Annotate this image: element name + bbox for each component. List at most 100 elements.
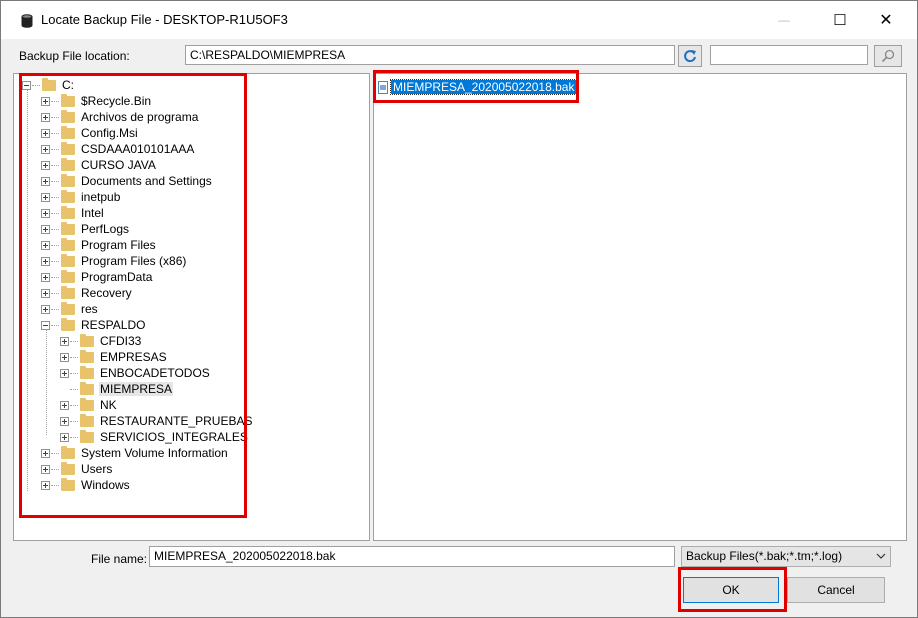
tree-node-label: CFDI33 [100,334,142,348]
folder-icon [80,429,94,443]
expand-toggle[interactable] [41,144,50,154]
folder-icon [80,333,94,347]
folder-icon [61,93,75,107]
tree-node[interactable]: inetpub [41,189,121,205]
expand-toggle[interactable] [60,400,69,410]
tree-node-selected[interactable]: MIEMPRESA [60,381,174,397]
expand-toggle[interactable] [41,208,50,218]
expand-toggle[interactable] [60,416,69,426]
collapse-toggle[interactable] [41,320,50,330]
maximize-button[interactable]: ☐ [817,1,863,39]
expand-toggle[interactable] [60,432,69,442]
expand-toggle[interactable] [41,160,50,170]
tree-node[interactable]: CSDAAA010101AAA [41,141,195,157]
refresh-button[interactable] [678,45,702,67]
folder-icon [80,349,94,363]
tree-node[interactable]: Windows [41,477,131,493]
expand-toggle[interactable] [41,304,50,314]
expand-toggle[interactable] [41,464,50,474]
expand-toggle[interactable] [41,272,50,282]
folder-icon [61,301,75,315]
tree-node[interactable]: Program Files (x86) [41,253,187,269]
file-list[interactable]: MIEMPRESA_202005022018.bak [373,73,907,541]
folder-icon [80,397,94,411]
tree-node[interactable]: Intel [41,205,105,221]
folder-icon [80,365,94,379]
folder-icon [61,189,75,203]
tree-node[interactable]: $Recycle.Bin [41,93,152,109]
expand-toggle[interactable] [41,240,50,250]
maximize-icon: ☐ [833,12,847,29]
file-name-label: File name: [91,552,148,566]
file-item[interactable]: MIEMPRESA_202005022018.bak [378,79,578,95]
folder-icon [61,461,75,475]
expand-toggle[interactable] [41,128,50,138]
tree-node-label: Users [81,462,113,476]
folder-icon [80,381,94,395]
folder-icon [61,205,75,219]
tree-node[interactable]: RESTAURANTE_PRUEBAS [60,413,253,429]
ok-button[interactable]: OK [683,577,779,603]
folder-icon [61,477,75,491]
expand-toggle[interactable] [60,368,69,378]
folder-icon [61,237,75,251]
cancel-button[interactable]: Cancel [787,577,885,603]
tree-node[interactable]: Recovery [41,285,133,301]
tree-node[interactable]: EMPRESAS [60,349,168,365]
close-button[interactable]: ✕ [863,1,909,39]
tree-node[interactable]: SERVICIOS_INTEGRALES [60,429,249,445]
folder-icon [61,317,75,331]
tree-node-label: res [81,302,98,316]
tree-node-label: MIEMPRESA [99,382,174,396]
expand-toggle[interactable] [60,352,69,362]
tree-node[interactable]: CURSO JAVA [41,157,157,173]
tree-node[interactable]: Documents and Settings [41,173,213,189]
folder-icon [61,269,75,283]
tree-node-label: ENBOCADETODOS [100,366,210,380]
expand-toggle[interactable] [60,336,69,346]
tree-node[interactable]: Config.Msi [41,125,139,141]
folder-icon [61,221,75,235]
expand-toggle[interactable] [41,480,50,490]
minimize-button[interactable]: — [761,1,807,39]
search-button[interactable] [874,45,902,67]
tree-node-label: Windows [81,478,130,492]
expand-toggle[interactable] [41,96,50,106]
tree-node-respaldo[interactable]: RESPALDO [41,317,146,333]
folder-icon [61,109,75,123]
tree-node[interactable]: Archivos de programa [41,109,199,125]
tree-node-label: RESTAURANTE_PRUEBAS [100,414,253,428]
expand-toggle[interactable] [41,448,50,458]
file-name-input[interactable]: MIEMPRESA_202005022018.bak [149,546,675,567]
search-input[interactable] [710,45,868,65]
expand-toggle[interactable] [41,224,50,234]
folder-tree[interactable]: C: $Recycle.Bin Archivos de programa Con… [13,73,370,541]
collapse-toggle[interactable] [22,80,31,90]
file-item-label: MIEMPRESA_202005022018.bak [389,79,578,95]
file-type-select[interactable]: Backup Files(*.bak;*.tm;*.log) [681,546,891,567]
tree-node[interactable]: ProgramData [41,269,153,285]
tree-node-label: $Recycle.Bin [81,94,152,108]
tree-node[interactable]: System Volume Information [41,445,229,461]
folder-icon [42,77,56,91]
expand-toggle[interactable] [41,176,50,186]
tree-node-root[interactable]: C: [22,77,75,93]
tree-node-label: inetpub [81,190,121,204]
tree-node[interactable]: Program Files [41,237,157,253]
backup-location-label: Backup File location: [19,49,130,63]
tree-node[interactable]: res [41,301,99,317]
expand-toggle[interactable] [41,256,50,266]
tree-node[interactable]: Users [41,461,113,477]
tree-node[interactable]: PerfLogs [41,221,130,237]
locate-backup-dialog: Locate Backup File - DESKTOP-R1U5OF3 — ☐… [0,0,918,618]
refresh-icon [684,50,696,63]
tree-node[interactable]: CFDI33 [60,333,142,349]
tree-node[interactable]: NK [60,397,118,413]
backup-location-input[interactable]: C:\RESPALDO\MIEMPRESA [185,45,675,65]
expand-toggle[interactable] [41,112,50,122]
expand-toggle[interactable] [41,288,50,298]
folder-icon [61,253,75,267]
expand-toggle[interactable] [41,192,50,202]
tree-node[interactable]: ENBOCADETODOS [60,365,211,381]
tree-node-label: RESPALDO [81,318,146,332]
